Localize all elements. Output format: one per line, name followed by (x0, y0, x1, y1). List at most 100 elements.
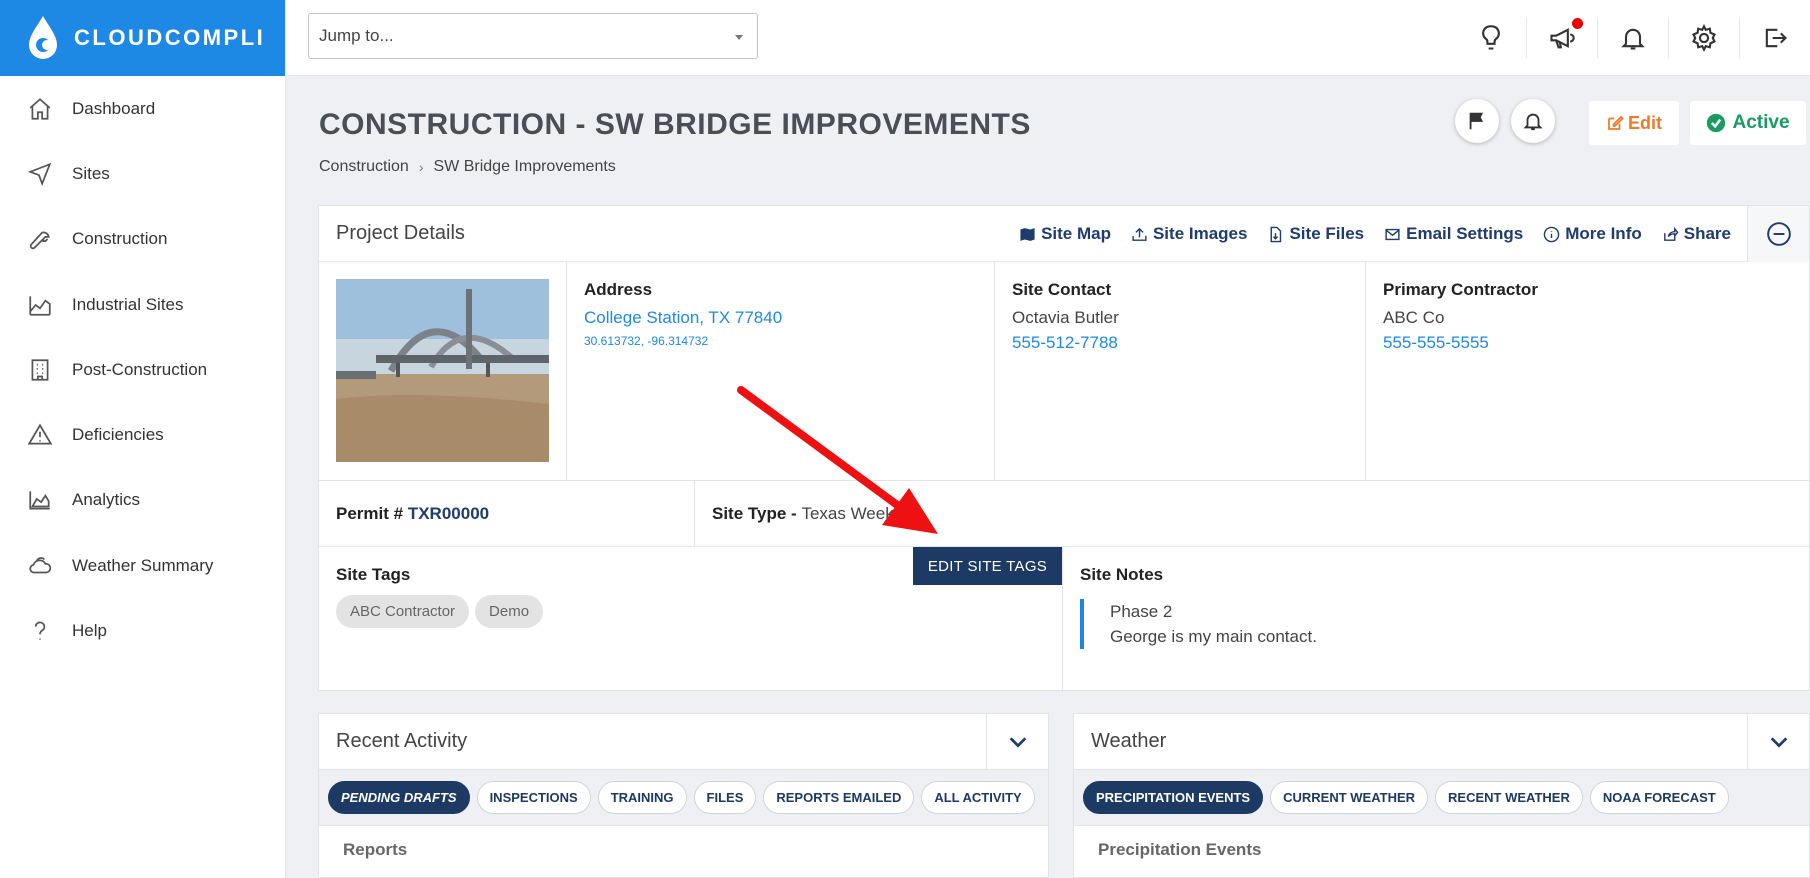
site-alerts-button[interactable] (1511, 99, 1555, 143)
project-details-title: Project Details (336, 222, 465, 244)
coordinates-link[interactable]: 30.613732, -96.314732 (584, 334, 977, 348)
notification-dot (1572, 18, 1583, 29)
share-link[interactable]: Share (1662, 224, 1731, 244)
primary-contractor-name: ABC Co (1383, 308, 1445, 327)
breadcrumb-item-construction[interactable]: Construction (319, 158, 409, 176)
reports-section-title: Reports (343, 840, 408, 859)
droplet-logo-icon (26, 14, 60, 62)
sidebar-item-weather-summary[interactable]: Weather Summary (0, 533, 285, 598)
tab-noaa-forecast[interactable]: NOAA FORECAST (1589, 781, 1729, 814)
sidebar-item-dashboard[interactable]: Dashboard (0, 76, 285, 141)
site-type-cell: Site Type - Texas Week (695, 481, 1295, 547)
site-contact-phone[interactable]: 555-512-7788 (1012, 333, 1118, 352)
site-notes-section: Site Notes Phase 2 George is my main con… (1062, 547, 1810, 692)
permit-label: Permit # (336, 504, 404, 523)
status-label: Active (1732, 112, 1790, 133)
address-link[interactable]: College Station, TX 77840 (584, 308, 782, 327)
warning-icon (26, 421, 54, 449)
bridge-photo-image (336, 279, 549, 462)
tag-chip[interactable]: ABC Contractor (336, 595, 470, 628)
project-details-card: Project Details Site Map Site Images Sit… (318, 205, 1810, 692)
tab-files[interactable]: FILES (693, 781, 757, 814)
breadcrumb: Construction › SW Bridge Improvements (319, 158, 616, 176)
project-details-header: Project Details Site Map Site Images Sit… (319, 206, 1809, 262)
tag-chip[interactable]: Demo (475, 595, 544, 628)
gear-icon (1692, 24, 1716, 52)
recent-activity-card: Recent Activity PENDING DRAFTS INSPECTIO… (318, 713, 1049, 878)
tags-notes-row: Site Tags ABC Contractor Demo EDIT SITE T… (319, 547, 1809, 692)
tab-inspections[interactable]: INSPECTIONS (476, 781, 591, 814)
site-contact-column: Site Contact Octavia Butler 555-512-7788 (994, 262, 1365, 481)
more-info-link[interactable]: More Info (1543, 224, 1642, 244)
site-photo[interactable] (336, 279, 549, 462)
sidebar-item-post-construction[interactable]: Post-Construction (0, 337, 285, 402)
page-title: CONSTRUCTION - SW BRIDGE IMPROVEMENTS (319, 108, 1031, 141)
note-line: Phase 2 (1110, 602, 1173, 621)
tab-pending-drafts[interactable]: PENDING DRAFTS (328, 781, 470, 814)
address-heading: Address (584, 280, 653, 299)
announcements-button[interactable] (1526, 18, 1597, 58)
weather-header: Weather (1074, 714, 1809, 770)
recent-activity-title: Recent Activity (336, 730, 468, 752)
share-icon (1663, 226, 1679, 241)
tab-reports-emailed[interactable]: REPORTS EMAILED (763, 781, 915, 814)
sidebar-item-sites[interactable]: Sites (0, 141, 285, 206)
primary-contractor-heading: Primary Contractor (1383, 280, 1538, 299)
megaphone-icon (1550, 28, 1575, 49)
site-map-link[interactable]: Site Map (1019, 224, 1111, 244)
logout-button[interactable] (1739, 18, 1810, 58)
logo[interactable]: CLOUDCOMPLI (0, 0, 285, 76)
tab-recent-weather[interactable]: RECENT WEATHER (1435, 781, 1583, 814)
email-settings-link[interactable]: Email Settings (1384, 224, 1523, 244)
notifications-button[interactable] (1597, 18, 1668, 58)
lightbulb-button[interactable] (1455, 18, 1526, 58)
tab-current-weather[interactable]: CURRENT WEATHER (1270, 781, 1429, 814)
status-active-button[interactable]: Active (1690, 101, 1806, 145)
chevron-down-icon (1009, 737, 1026, 748)
sidebar-item-deficiencies[interactable]: Deficiencies (0, 402, 285, 467)
top-bar: Jump to... (286, 0, 1810, 76)
recent-activity-toggle[interactable] (986, 714, 1048, 770)
weather-card: Weather PRECIPITATION EVENTS CURRENT WEA… (1073, 713, 1810, 878)
tab-precipitation-events[interactable]: PRECIPITATION EVENTS (1083, 781, 1264, 814)
site-map-label: Site Map (1041, 224, 1111, 243)
jump-to-select[interactable]: Jump to... (308, 13, 758, 59)
chevron-down-icon (1770, 737, 1787, 748)
cloud-icon (26, 552, 54, 580)
tab-all-activity[interactable]: ALL ACTIVITY (921, 781, 1035, 814)
permit-number-link[interactable]: TXR00000 (408, 504, 489, 524)
top-icons (1455, 0, 1810, 76)
flag-button[interactable] (1455, 99, 1499, 143)
edit-label: Edit (1628, 112, 1662, 133)
permit-cell: Permit # TXR00000 (319, 481, 695, 547)
site-contact-name: Octavia Butler (1012, 308, 1119, 327)
sidebar-item-help[interactable]: Help (0, 598, 285, 663)
sidebar-item-label: Post-Construction (72, 359, 208, 379)
home-icon (26, 95, 54, 123)
building-icon (26, 356, 54, 384)
primary-contractor-phone[interactable]: 555-555-5555 (1383, 333, 1489, 352)
site-notes-body: Phase 2 George is my main contact. (1080, 599, 1794, 649)
factory-icon (26, 291, 54, 319)
weather-toggle[interactable] (1747, 714, 1809, 770)
site-files-label: Site Files (1289, 224, 1365, 243)
edit-site-tags-button[interactable]: EDIT SITE TAGS (913, 547, 1062, 585)
tab-training[interactable]: TRAINING (597, 781, 687, 814)
logout-icon (1765, 28, 1787, 48)
site-images-label: Site Images (1152, 224, 1248, 243)
collapse-button[interactable] (1747, 206, 1809, 262)
chevron-right-icon: › (418, 159, 424, 175)
info-icon (1543, 226, 1560, 242)
sidebar-item-construction[interactable]: Construction (0, 207, 285, 272)
site-files-link[interactable]: Site Files (1267, 224, 1364, 244)
edit-button[interactable]: Edit (1589, 101, 1679, 145)
sidebar-item-label: Analytics (72, 490, 141, 510)
caret-down-icon (735, 35, 743, 40)
primary-contractor-column: Primary Contractor ABC Co 555-555-5555 (1365, 262, 1810, 481)
sidebar-item-analytics[interactable]: Analytics (0, 468, 285, 533)
weather-tabs: PRECIPITATION EVENTS CURRENT WEATHER REC… (1074, 770, 1809, 826)
sidebar-item-industrial-sites[interactable]: Industrial Sites (0, 272, 285, 337)
site-images-link[interactable]: Site Images (1131, 224, 1248, 244)
settings-button[interactable] (1668, 18, 1739, 58)
sidebar-nav: Dashboard Sites Construction Industrial … (0, 76, 285, 664)
